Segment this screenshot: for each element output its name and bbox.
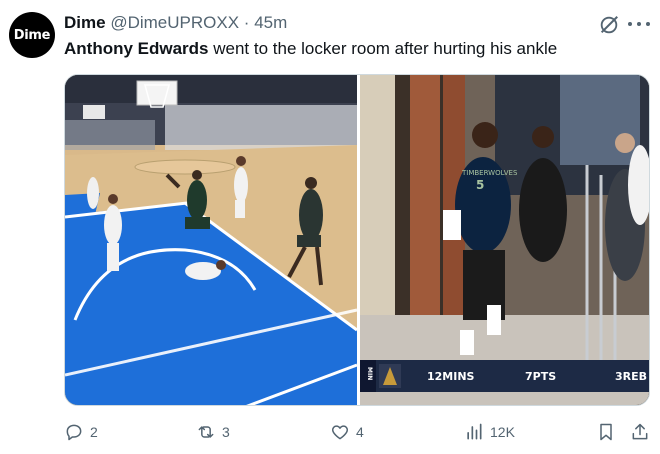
share-icon: [632, 423, 648, 440]
reply-icon: [66, 424, 82, 441]
stat-rebounds: 3REB: [615, 370, 647, 383]
more-icon[interactable]: [628, 16, 650, 32]
team-abbrev: MIN: [366, 367, 373, 380]
tunnel-image: TIMBERWOLVES 5: [360, 75, 649, 405]
action-bar: 2 3 4 12K: [0, 420, 660, 444]
like-icon: [331, 425, 349, 440]
timestamp[interactable]: 45m: [254, 13, 287, 32]
bookmark-button[interactable]: [596, 420, 616, 444]
tweet-text-body: went to the locker room after hurting hi…: [208, 39, 558, 58]
repost-button[interactable]: 3: [196, 420, 230, 444]
views-count: 12K: [490, 424, 515, 440]
reply-button[interactable]: 2: [64, 420, 98, 444]
tweet-text: Anthony Edwards went to the locker room …: [64, 39, 557, 59]
jersey-number: 5: [476, 178, 484, 192]
reply-count: 2: [90, 424, 98, 440]
stat-points: 7PTS: [525, 370, 556, 383]
tweet-media[interactable]: TIMBERWOLVES 5 MIN 12MINS 7PTS 3REB: [64, 74, 650, 406]
display-name[interactable]: Dime: [64, 13, 106, 32]
tweet-header: Dime @DimeUPROXX · 45m: [64, 13, 287, 33]
separator-dot: ·: [243, 13, 250, 32]
court-image: [65, 75, 358, 405]
like-count: 4: [356, 424, 364, 440]
like-button[interactable]: 4: [330, 420, 364, 444]
share-button[interactable]: [630, 420, 650, 444]
repost-icon: [198, 426, 214, 438]
jersey-text: TIMBERWOLVES: [461, 169, 518, 177]
repost-count: 3: [222, 424, 230, 440]
scoreboard-bar: MIN 12MINS 7PTS 3REB: [360, 360, 649, 392]
views-button[interactable]: 12K: [464, 420, 515, 444]
tweet-text-mention: Anthony Edwards: [64, 39, 209, 58]
avatar[interactable]: Dime: [9, 12, 55, 58]
user-handle[interactable]: @DimeUPROXX: [110, 13, 239, 32]
stat-minutes: 12MINS: [427, 370, 475, 383]
grok-icon[interactable]: [598, 14, 620, 36]
bookmark-icon: [600, 423, 612, 441]
views-icon: [467, 423, 482, 440]
avatar-logo-text: Dime: [13, 27, 51, 43]
